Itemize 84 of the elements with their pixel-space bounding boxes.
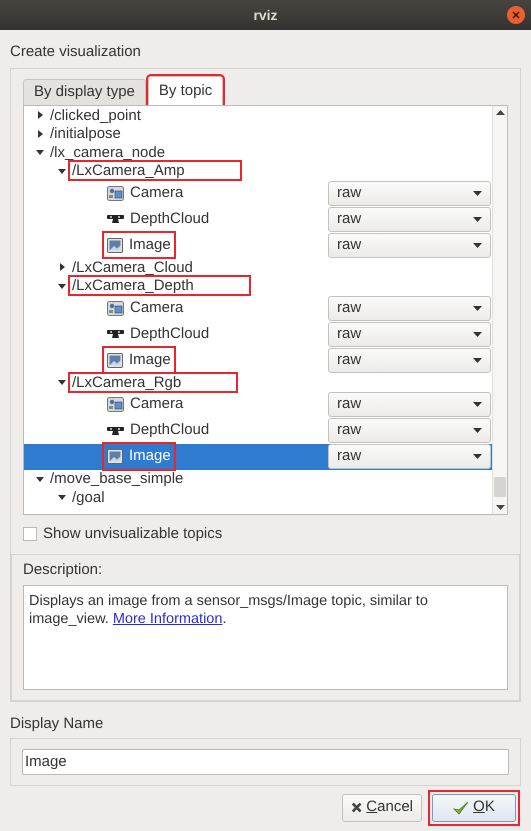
collapse-arrow-icon[interactable]	[36, 148, 44, 156]
window-title: rviz	[253, 6, 278, 24]
display-label: DepthCloud	[130, 208, 210, 229]
camera-icon	[107, 397, 124, 412]
collapse-arrow-icon[interactable]	[36, 474, 44, 483]
tree-row[interactable]: Image raw	[24, 444, 492, 470]
topic-label[interactable]: /initialpose	[48, 125, 124, 142]
caret-icon	[473, 332, 482, 336]
tree-row[interactable]: Image raw	[24, 347, 492, 373]
image-icon	[107, 352, 123, 368]
tree-row[interactable]: DepthCloud raw	[24, 321, 492, 347]
topic-label[interactable]: /LxCamera_Rgb	[70, 374, 236, 391]
topic-dropdown[interactable]: raw	[328, 180, 491, 206]
caret-icon	[473, 306, 482, 310]
close-button[interactable]	[507, 6, 525, 24]
topic-dropdown[interactable]: raw	[328, 322, 491, 346]
display-label: Camera	[130, 394, 184, 414]
display-label: Camera	[130, 182, 184, 203]
camera-icon	[107, 186, 124, 200]
display-label: Image	[129, 234, 171, 255]
description-label: Description:	[23, 560, 102, 578]
tree-row[interactable]: DepthCloud raw	[24, 206, 492, 232]
topic-label[interactable]: /clicked_point	[48, 106, 144, 124]
sensor-icon	[107, 329, 124, 339]
caret-icon	[473, 428, 482, 433]
caret-icon	[473, 242, 482, 248]
check-icon	[453, 800, 470, 816]
topic-label[interactable]: /LxCamera_Amp	[70, 162, 240, 180]
sensor-icon	[107, 426, 124, 436]
display-label: DepthCloud	[130, 324, 210, 344]
tree-row[interactable]: Camera raw	[24, 180, 492, 206]
caret-icon	[473, 358, 482, 362]
image-icon	[107, 449, 123, 464]
topic-dropdown[interactable]: raw	[328, 206, 491, 232]
scroll-up-icon[interactable]	[496, 110, 504, 115]
camera-icon	[107, 300, 124, 316]
display-label: Camera	[130, 298, 184, 318]
tree-row[interactable]: Camera raw	[24, 392, 492, 418]
display-name-label: Display Name	[10, 714, 104, 732]
display-label: Image	[129, 350, 171, 370]
tree-row[interactable]: Camera raw	[24, 295, 492, 321]
scrollbar[interactable]	[492, 106, 507, 514]
checkbox[interactable]	[23, 527, 37, 542]
checkbox-label[interactable]: Show unvisualizable topics	[43, 523, 222, 546]
topic-dropdown[interactable]: raw	[328, 392, 491, 417]
scroll-down-icon[interactable]	[496, 505, 504, 510]
sensor-icon	[107, 214, 124, 224]
display-name-field[interactable]: Image	[22, 748, 509, 774]
topic-label[interactable]: /LxCamera_Depth	[70, 277, 249, 294]
tab[interactable]: By topic	[148, 76, 224, 105]
topic-label[interactable]: /move_base_simple	[48, 470, 186, 488]
topic-dropdown[interactable]: raw	[328, 418, 491, 443]
topic-dropdown[interactable]: raw	[328, 232, 491, 258]
more-information-link[interactable]: More Information	[112, 610, 222, 626]
caret-icon	[473, 216, 482, 222]
tab[interactable]: By display type	[23, 79, 146, 105]
description-text: Displays an image from a sensor_msgs/Image topic, similar to image_view. More Information.	[23, 584, 508, 690]
topic-label[interactable]: /goal	[70, 488, 108, 506]
topic-dropdown[interactable]: raw	[328, 444, 491, 469]
tree-row[interactable]: DepthCloud raw	[24, 418, 492, 444]
caret-icon	[473, 190, 482, 196]
topic-dropdown[interactable]: raw	[328, 348, 491, 372]
expand-arrow-icon[interactable]	[58, 263, 66, 272]
tree-row[interactable]: Image raw	[24, 232, 492, 258]
cancel-button[interactable]: Cancel	[342, 794, 422, 822]
x-icon	[351, 801, 362, 814]
caret-icon	[473, 402, 482, 407]
expand-arrow-icon[interactable]	[36, 130, 44, 138]
collapse-arrow-icon[interactable]	[58, 493, 66, 502]
topic-label[interactable]: /LxCamera_Cloud	[70, 258, 196, 276]
close-icon	[512, 11, 520, 19]
display-label: Image	[129, 446, 171, 466]
topic-dropdown[interactable]: raw	[328, 296, 491, 320]
dialog-heading: Create visualization	[10, 43, 141, 60]
expand-arrow-icon[interactable]	[36, 111, 44, 120]
topic-label[interactable]: /lx_camera_node	[48, 144, 168, 161]
ok-button[interactable]: OK	[432, 794, 516, 822]
collapse-arrow-icon[interactable]	[58, 282, 66, 290]
collapse-arrow-icon[interactable]	[58, 166, 66, 175]
display-label: DepthCloud	[130, 420, 210, 440]
image-icon	[107, 238, 123, 252]
caret-icon	[473, 454, 482, 459]
collapse-arrow-icon[interactable]	[58, 378, 66, 386]
scrollbar-thumb[interactable]	[494, 477, 506, 497]
